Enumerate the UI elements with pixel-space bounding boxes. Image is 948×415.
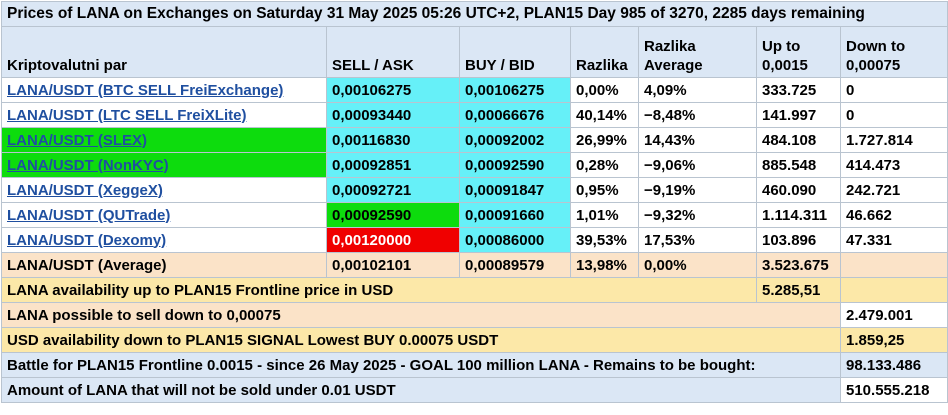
sell-price: 0,00120000 [326,227,460,253]
razlika-average-value: −9,19% [638,177,757,203]
average-row: LANA/USDT (Average) 0,00102101 0,0008957… [1,252,948,278]
header-sell: SELL / ASK [326,26,460,78]
sell-price: 0,00093440 [326,102,460,128]
down-to-value: 0 [839,77,948,103]
header-up-to: Up to 0,0015 [756,26,841,78]
buy-price: 0,00066676 [459,102,571,128]
title-row: Prices of LANA on Exchanges on Saturday … [0,1,948,27]
sell-price: 0,00092590 [326,202,460,228]
pair-link-freiexchange[interactable]: LANA/USDT (BTC SELL FreiExchange) [7,82,283,99]
pair-link-qutrade[interactable]: LANA/USDT (QUTrade) [7,207,170,224]
pair-link-freixlite[interactable]: LANA/USDT (LTC SELL FreiXLite) [7,107,246,124]
average-pair: LANA/USDT (Average) [1,252,327,278]
not-sold-label: Amount of LANA that will not be sold und… [1,377,841,403]
razlika-average-value: −9,32% [638,202,757,228]
header-buy: BUY / BID [459,26,571,78]
razlika-average-value: 14,43% [638,127,757,153]
pair-link-xeggex[interactable]: LANA/USDT (XeggeX) [7,182,163,199]
up-to-value: 484.108 [756,127,841,153]
sell-down-row: LANA possible to sell down to 0,00075 2.… [1,302,948,328]
table-row: LANA/USDT (XeggeX) 0,00092721 0,00091847… [1,177,948,203]
razlika-value: 0,00% [570,77,639,103]
razlika-average-value: 17,53% [638,227,757,253]
usd-down-row: USD availability down to PLAN15 SIGNAL L… [1,327,948,353]
not-sold-row: Amount of LANA that will not be sold und… [1,377,948,403]
header-pair: Kriptovalutni par [1,26,327,78]
buy-price: 0,00092590 [459,152,571,178]
usd-down-label: USD availability down to PLAN15 SIGNAL L… [1,327,841,353]
table-row: LANA/USDT (Dexomy) 0,00120000 0,00086000… [1,227,948,253]
pair-cell[interactable]: LANA/USDT (QUTrade) [1,202,327,228]
razlika-average-value: 4,09% [638,77,757,103]
razlika-value: 26,99% [570,127,639,153]
up-to-value: 141.997 [756,102,841,128]
availability-label: LANA availability up to PLAN15 Frontline… [1,277,757,303]
pair-cell[interactable]: LANA/USDT (SLEX) [1,127,327,153]
average-razlika: 13,98% [570,252,639,278]
buy-price: 0,00086000 [459,227,571,253]
battle-value: 98.133.486 [839,352,948,378]
razlika-average-value: −8,48% [638,102,757,128]
buy-price: 0,00106275 [459,77,571,103]
availability-value: 5.285,51 [756,277,841,303]
buy-price: 0,00092002 [459,127,571,153]
average-razlika-average: 0,00% [638,252,757,278]
average-buy: 0,00089579 [459,252,571,278]
average-up-to: 3.523.675 [756,252,841,278]
table-row: LANA/USDT (SLEX) 0,00116830 0,00092002 2… [1,127,948,153]
header-razlika: Razlika [570,26,639,78]
razlika-value: 40,14% [570,102,639,128]
table-row: LANA/USDT (LTC SELL FreiXLite) 0,0009344… [1,102,948,128]
razlika-value: 0,28% [570,152,639,178]
buy-price: 0,00091847 [459,177,571,203]
up-to-value: 103.896 [756,227,841,253]
sell-down-label: LANA possible to sell down to 0,00075 [1,302,841,328]
sell-price: 0,00092851 [326,152,460,178]
down-to-value: 414.473 [839,152,948,178]
header-razlika-average: Razlika Average [638,26,757,78]
sell-price: 0,00116830 [326,127,460,153]
usd-down-value: 1.859,25 [839,327,948,353]
availability-row: LANA availability up to PLAN15 Frontline… [1,277,948,303]
up-to-value: 885.548 [756,152,841,178]
up-to-value: 460.090 [756,177,841,203]
pair-cell[interactable]: LANA/USDT (NonKYC) [1,152,327,178]
battle-row: Battle for PLAN15 Frontline 0.0015 - sin… [1,352,948,378]
table-row: LANA/USDT (NonKYC) 0,00092851 0,00092590… [1,152,948,178]
battle-label: Battle for PLAN15 Frontline 0.0015 - sin… [1,352,841,378]
down-to-value: 1.727.814 [839,127,948,153]
sell-price: 0,00106275 [326,77,460,103]
table-title: Prices of LANA on Exchanges on Saturday … [0,1,948,27]
down-to-value: 0 [839,102,948,128]
pair-cell[interactable]: LANA/USDT (LTC SELL FreiXLite) [1,102,327,128]
razlika-value: 39,53% [570,227,639,253]
header-row: Kriptovalutni par SELL / ASK BUY / BID R… [1,26,948,78]
up-to-value: 1.114.311 [756,202,841,228]
table-row: LANA/USDT (QUTrade) 0,00092590 0,0009166… [1,202,948,228]
pair-cell[interactable]: LANA/USDT (BTC SELL FreiExchange) [1,77,327,103]
table-row: LANA/USDT (BTC SELL FreiExchange) 0,0010… [1,77,948,103]
razlika-average-value: −9,06% [638,152,757,178]
pair-link-dexomy[interactable]: LANA/USDT (Dexomy) [7,232,166,249]
pair-cell[interactable]: LANA/USDT (XeggeX) [1,177,327,203]
pair-link-nonkyc[interactable]: LANA/USDT (NonKYC) [7,157,169,174]
pair-link-slex[interactable]: LANA/USDT (SLEX) [7,132,147,149]
sell-price: 0,00092721 [326,177,460,203]
up-to-value: 333.725 [756,77,841,103]
razlika-value: 1,01% [570,202,639,228]
pair-cell[interactable]: LANA/USDT (Dexomy) [1,227,327,253]
buy-price: 0,00091660 [459,202,571,228]
down-to-value: 46.662 [839,202,948,228]
average-down-to [839,252,948,278]
lana-prices-table: Prices of LANA on Exchanges on Saturday … [0,1,948,403]
sell-down-value: 2.479.001 [839,302,948,328]
availability-empty [839,277,948,303]
down-to-value: 47.331 [839,227,948,253]
not-sold-value: 510.555.218 [839,377,948,403]
razlika-value: 0,95% [570,177,639,203]
average-sell: 0,00102101 [326,252,460,278]
header-down-to: Down to 0,00075 [839,26,948,78]
down-to-value: 242.721 [839,177,948,203]
